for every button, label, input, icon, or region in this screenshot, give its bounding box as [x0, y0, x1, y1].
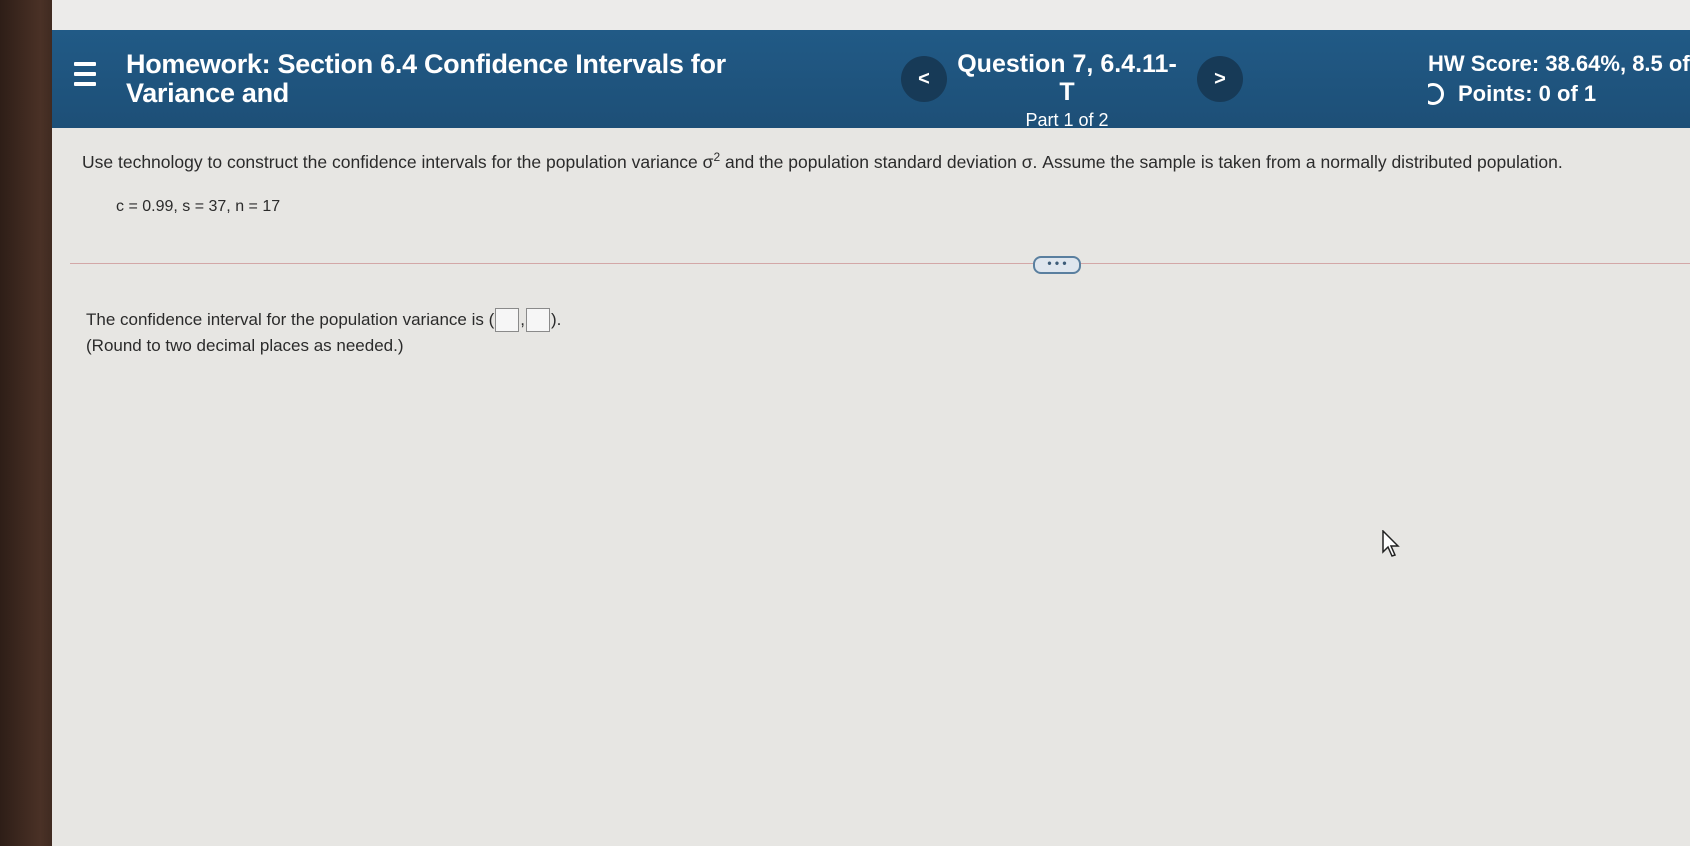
answer-close: ). — [550, 310, 562, 329]
section-divider — [70, 263, 1690, 264]
previous-question-button[interactable]: < — [901, 56, 947, 102]
homework-title: Homework: Section 6.4 Confidence Interva… — [126, 49, 726, 108]
points-status-circle-icon — [1428, 83, 1444, 105]
upper-bound-input[interactable] — [525, 308, 550, 332]
homework-header: Homework: Section 6.4 Confidence Interva… — [52, 30, 1690, 131]
rounding-note: (Round to two decimal places as needed.) — [86, 336, 404, 355]
answer-prompt: The confidence interval for the populati… — [86, 310, 495, 329]
question-title: Question 7, 6.4.11-T — [957, 50, 1177, 106]
question-text-part2: and the population standard deviation σ.… — [720, 151, 1563, 172]
question-part: Part 1 of 2 — [1025, 110, 1109, 130]
score-block: HW Score: 38.64%, 8.5 of 2 Points: 0 of … — [1428, 50, 1690, 108]
question-info: Question 7, 6.4.11-T Part 1 of 2 — [952, 50, 1182, 131]
mouse-cursor-icon — [1382, 530, 1400, 557]
answer-comma: , — [520, 310, 525, 329]
hamburger-menu-icon[interactable] — [74, 62, 96, 88]
top-strip — [52, 0, 1690, 30]
next-question-button[interactable]: > — [1197, 56, 1243, 102]
hw-score: HW Score: 38.64%, 8.5 of 2 — [1428, 51, 1690, 76]
answer-row: The confidence interval for the populati… — [86, 308, 561, 332]
points-text: Points: 0 of 1 — [1458, 81, 1597, 106]
question-text-part1: Use technology to construct the confiden… — [82, 151, 714, 172]
given-values: c = 0.99, s = 37, n = 17 — [116, 198, 281, 215]
chevron-right-icon: > — [1214, 67, 1226, 90]
chevron-left-icon: < — [918, 67, 930, 90]
screen: Homework: Section 6.4 Confidence Interva… — [52, 0, 1690, 846]
question-statement: Use technology to construct the confiden… — [82, 150, 1682, 173]
expand-more-button[interactable]: • • • — [1033, 256, 1081, 274]
lower-bound-input[interactable] — [495, 308, 520, 332]
points-row: Points: 0 of 1 — [1428, 80, 1690, 108]
